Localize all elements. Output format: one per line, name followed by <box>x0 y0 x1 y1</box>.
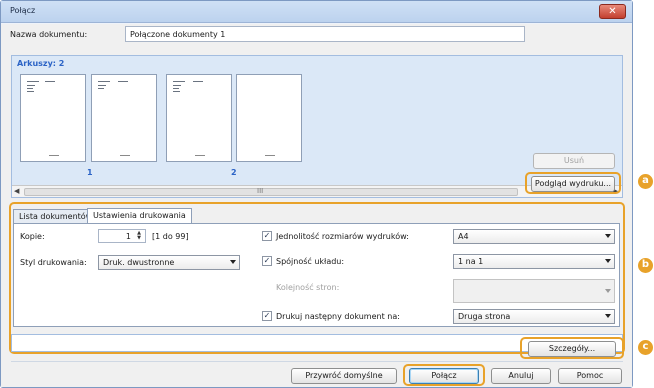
page-order-label: Kolejność stron: <box>276 283 340 292</box>
scrollbar-thumb[interactable]: III <box>24 187 518 196</box>
callout-badge-b: b <box>638 258 653 273</box>
restore-defaults-button[interactable]: Przywróć domyślne <box>291 368 397 384</box>
tab-print-settings[interactable]: Ustawienia drukowania <box>87 208 192 223</box>
scroll-left-icon[interactable]: ◀ <box>14 187 19 195</box>
chevron-down-icon <box>605 314 611 318</box>
combine-button[interactable]: Połącz <box>409 368 479 384</box>
sheet-number-2: 2 <box>231 168 237 177</box>
chevron-down-icon <box>605 289 611 293</box>
uniform-size-value: A4 <box>458 232 469 241</box>
print-style-value: Druk. dwustronne <box>103 258 175 267</box>
chevron-down-icon <box>230 260 236 264</box>
layout-consistency-value: 1 na 1 <box>458 257 484 266</box>
remove-button[interactable]: Usuń <box>533 153 615 169</box>
combine-dialog: Połącz ✕ Nazwa dokumentu: Połączone doku… <box>0 0 633 388</box>
document-name-label: Nazwa dokumentu: <box>10 30 88 39</box>
print-next-checkbox[interactable]: ✓ <box>262 311 272 321</box>
uniform-size-select[interactable]: A4 <box>453 229 615 244</box>
uniform-size-checkbox[interactable]: ✓ <box>262 231 272 241</box>
print-settings-panel: Kopie: 1 ▲ ▼ [1 do 99] Styl drukowania: D… <box>13 223 620 327</box>
callout-badge-a: a <box>638 174 653 189</box>
chevron-down-icon <box>605 259 611 263</box>
print-next-select[interactable]: Druga strona <box>453 309 615 324</box>
close-button[interactable]: ✕ <box>599 4 626 19</box>
print-preview-button[interactable]: Podgląd wydruku... <box>531 176 615 192</box>
scroll-grip: III <box>257 187 264 195</box>
layout-consistency-select[interactable]: 1 na 1 <box>453 254 615 269</box>
page-thumbnail-3[interactable] <box>166 74 232 162</box>
chevron-down-icon <box>605 234 611 238</box>
page-thumbnail-2[interactable] <box>91 74 157 162</box>
print-style-select[interactable]: Druk. dwustronne <box>98 255 240 270</box>
print-style-label: Styl drukowania: <box>20 258 87 267</box>
stepper-arrows-icon[interactable]: ▲ ▼ <box>134 231 144 241</box>
page-order-select[interactable] <box>453 279 615 303</box>
callout-badge-c: c <box>638 340 653 355</box>
footer-divider <box>11 361 623 362</box>
layout-consistency-label: Spójność układu: <box>276 257 345 266</box>
document-name-input[interactable]: Połączone dokumenty 1 <box>125 26 525 42</box>
tab-document-list[interactable]: Lista dokumentów <box>13 209 99 223</box>
copies-label: Kopie: <box>20 232 45 241</box>
sheets-count-label: Arkuszy: 2 <box>17 59 65 68</box>
copies-range: [1 do 99] <box>152 232 189 241</box>
title-bar: Połącz ✕ <box>1 1 632 23</box>
copies-stepper[interactable]: 1 ▲ ▼ <box>98 229 146 243</box>
page-thumbnail-1[interactable] <box>20 74 86 162</box>
details-button[interactable]: Szczegóły... <box>528 341 616 357</box>
copies-value: 1 <box>125 232 131 241</box>
sheet-number-1: 1 <box>87 168 93 177</box>
page-thumbnail-4[interactable] <box>236 74 302 162</box>
help-button[interactable]: Pomoc <box>558 368 622 384</box>
window-title: Połącz <box>10 6 36 15</box>
dialog-body: Nazwa dokumentu: Połączone dokumenty 1 A… <box>1 24 632 387</box>
print-next-label: Drukuj następny dokument na: <box>276 312 400 321</box>
cancel-button[interactable]: Anuluj <box>491 368 551 384</box>
layout-consistency-checkbox[interactable]: ✓ <box>262 256 272 266</box>
uniform-size-label: Jednolitość rozmiarów wydruków: <box>276 232 409 241</box>
print-next-value: Druga strona <box>458 312 511 321</box>
